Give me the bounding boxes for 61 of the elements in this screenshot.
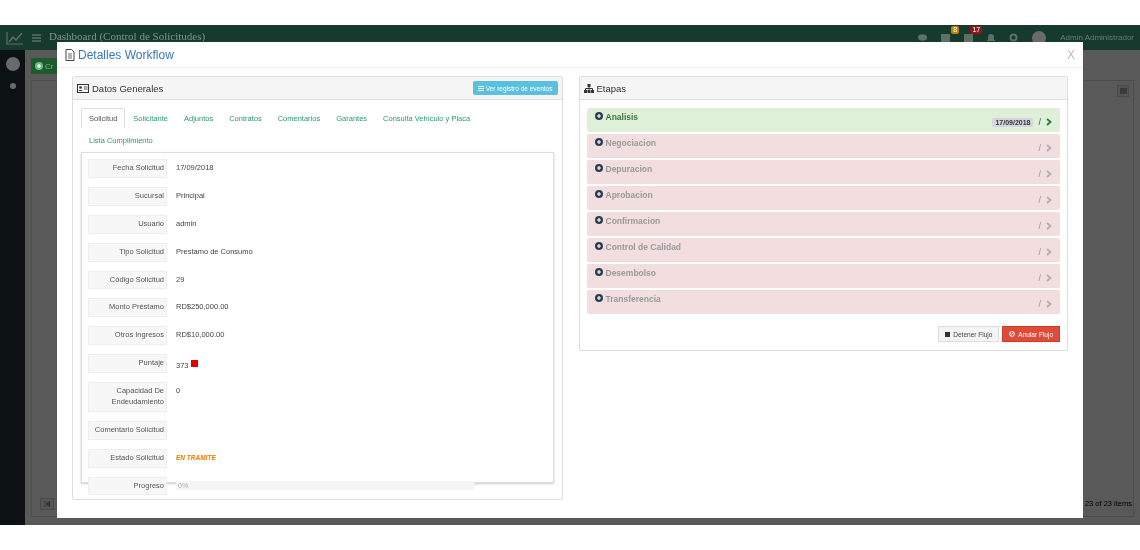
chat-icon[interactable]: [918, 33, 928, 42]
page-title: Dashboard (Control de Solicitudes): [49, 30, 206, 42]
bell-icon[interactable]: [987, 33, 996, 42]
chevron-right-icon: [1046, 300, 1052, 308]
chevron-right-icon: [1046, 196, 1052, 204]
stage-name: Transferencia: [605, 294, 661, 304]
stage-row[interactable]: Transferencia /: [586, 290, 1060, 314]
separator: /: [1038, 273, 1041, 283]
chevron-right-icon: [1046, 222, 1052, 230]
chart-logo-icon: [6, 30, 24, 45]
plus-circle-icon: [594, 112, 603, 120]
user-name[interactable]: Admin Administrador: [1060, 33, 1134, 42]
stop-icon: [945, 331, 951, 337]
plus-circle-icon: [594, 164, 603, 172]
plus-circle-icon: [594, 294, 603, 302]
plus-circle-icon: [594, 242, 603, 250]
first-page-button[interactable]: [40, 498, 54, 510]
sitemap-icon: [583, 83, 594, 93]
menu-icon[interactable]: [32, 33, 41, 42]
stage-row[interactable]: Depuracion /: [586, 160, 1060, 184]
status-dot: [9, 83, 16, 89]
chevron-right-icon: [1046, 144, 1052, 152]
separator: /: [1038, 143, 1041, 153]
plus-circle-icon: [594, 268, 603, 276]
document-icon: [65, 48, 75, 61]
chevron-right-icon: [1046, 170, 1052, 178]
stage-name: Aprobacion: [605, 190, 653, 200]
stage-name: Desembolso: [605, 268, 657, 278]
separator: /: [1038, 221, 1041, 231]
stage-row[interactable]: Confirmacion /: [586, 212, 1060, 236]
grid-menu-button[interactable]: [1117, 85, 1129, 97]
stage-row[interactable]: Desembolso /: [586, 264, 1060, 288]
chevron-right-icon: [1046, 248, 1052, 256]
separator: /: [1038, 169, 1041, 179]
stage-name: Depuracion: [605, 164, 653, 174]
stage-row[interactable]: Control de Calidad /: [586, 238, 1060, 262]
chevron-right-icon: [1046, 118, 1052, 126]
stage-row[interactable]: Negociacion /: [586, 134, 1060, 158]
panel-title: Etapas: [596, 82, 627, 94]
id-card-icon: [77, 83, 89, 93]
separator: /: [1038, 195, 1041, 205]
user-avatar: [5, 57, 20, 71]
plus-circle-icon: [594, 190, 603, 198]
plus-circle-icon: [35, 62, 43, 70]
stage-name: Analisis: [605, 112, 639, 122]
separator: /: [1038, 117, 1041, 127]
close-button[interactable]: X: [1067, 47, 1075, 62]
modal-title: Detalles Workflow: [78, 47, 174, 62]
menu-icon: [1119, 88, 1127, 94]
stage-row[interactable]: Aprobacion /: [586, 186, 1060, 210]
first-page-icon: [44, 500, 50, 507]
stage-name: Negociacion: [605, 138, 657, 148]
separator: /: [1038, 247, 1041, 257]
plus-circle-icon: [594, 138, 603, 146]
stage-name: Control de Calidad: [605, 242, 682, 252]
panel-title: Datos Generales: [92, 82, 164, 94]
separator: /: [1038, 299, 1041, 309]
ban-icon: [1009, 331, 1016, 337]
stage-name: Confirmacion: [605, 216, 661, 226]
plus-circle-icon: [594, 216, 603, 224]
chevron-right-icon: [1046, 274, 1052, 282]
